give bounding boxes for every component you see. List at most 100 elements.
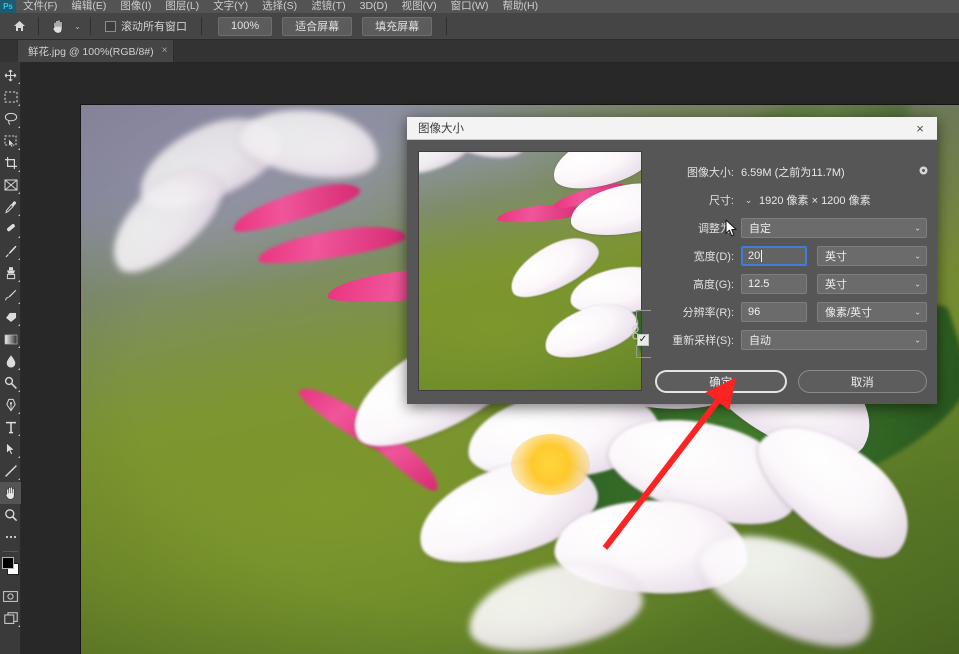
chain-bracket-top [636, 310, 651, 323]
history-brush-tool-icon[interactable] [0, 284, 21, 306]
dimensions-label: 尺寸: [708, 195, 734, 207]
menu-help[interactable]: 帮助(H) [496, 0, 546, 13]
dialog-body: 图像大小: 6.59M (之前为11.7M) 尺寸: ⌄ 1920 像素 × 1… [407, 140, 937, 404]
resolution-input[interactable]: 96 [741, 302, 807, 322]
close-icon[interactable]: × [907, 118, 933, 139]
foreground-color-swatch[interactable] [2, 557, 14, 569]
photo-flower-center [511, 434, 591, 495]
height-row: 高度(G): 12.5 英寸 ⌄ [655, 274, 927, 294]
home-icon[interactable] [6, 15, 32, 37]
image-size-value: 6.59M (之前为11.7M) [741, 167, 845, 179]
screen-mode-icon[interactable] [0, 607, 21, 629]
clone-stamp-tool-icon[interactable] [0, 262, 21, 284]
hand-tool-icon[interactable] [45, 15, 71, 37]
height-unit-select[interactable]: 英寸 ⌄ [817, 274, 927, 294]
options-separator-1 [38, 17, 39, 35]
resolution-label: 分辨率(R): [682, 307, 734, 319]
text-caret [761, 250, 763, 262]
menu-image[interactable]: 图像(I) [113, 0, 158, 13]
tool-preset-caret-icon[interactable]: ⌄ [71, 15, 84, 37]
chevron-down-icon: ⌄ [914, 223, 921, 233]
healing-brush-tool-icon[interactable] [0, 218, 21, 240]
line-tool-icon[interactable] [0, 460, 21, 482]
document-tab-bar: 鲜花.jpg @ 100%(RGB/8#) × [0, 40, 959, 62]
width-row: 宽度(D): 20 英寸 ⌄ [655, 246, 927, 266]
image-preview[interactable] [418, 151, 642, 391]
crop-tool-icon[interactable] [0, 152, 21, 174]
marquee-tool-icon[interactable] [0, 86, 21, 108]
resolution-unit-value: 像素/英寸 [825, 307, 873, 319]
menu-file[interactable]: 文件(F) [16, 0, 64, 13]
image-size-form: 图像大小: 6.59M (之前为11.7M) 尺寸: ⌄ 1920 像素 × 1… [632, 162, 927, 358]
chevron-down-icon: ⌄ [914, 307, 921, 317]
menu-view[interactable]: 视图(V) [395, 0, 444, 13]
lasso-tool-icon[interactable] [0, 108, 21, 130]
menu-layer[interactable]: 图层(L) [158, 0, 206, 13]
zoom-tool-icon[interactable] [0, 504, 21, 526]
gear-icon[interactable] [915, 162, 931, 178]
ok-button[interactable]: 确定 [655, 370, 787, 393]
dimensions-row: 尺寸: ⌄ 1920 像素 × 1200 像素 [655, 190, 927, 210]
pen-tool-icon[interactable] [0, 394, 21, 416]
eraser-tool-icon[interactable] [0, 306, 21, 328]
color-swatches[interactable] [0, 555, 21, 581]
tools-panel [0, 62, 21, 654]
resample-select[interactable]: 自动 ⌄ [741, 330, 927, 350]
chevron-down-icon: ⌄ [914, 251, 921, 261]
width-unit-select[interactable]: 英寸 ⌄ [817, 246, 927, 266]
menu-select[interactable]: 选择(S) [255, 0, 304, 13]
options-separator-3 [201, 17, 202, 35]
toolbar-divider [2, 551, 18, 552]
width-height-group: 宽度(D): 20 英寸 ⌄ 高度(G): 12.5 英寸 ⌄ [632, 246, 927, 358]
menu-type[interactable]: 文字(Y) [206, 0, 255, 13]
dimensions-value: 1920 像素 × 1200 像素 [759, 195, 871, 207]
chevron-down-icon[interactable]: ⌄ [741, 195, 756, 206]
eyedropper-tool-icon[interactable] [0, 196, 21, 218]
scroll-all-windows-checkbox[interactable]: 滚动所有窗口 [105, 18, 187, 34]
chain-bracket-bottom [636, 345, 651, 358]
quick-selection-tool-icon[interactable] [0, 130, 21, 152]
chevron-down-icon: ⌄ [914, 279, 921, 289]
width-unit-value: 英寸 [825, 251, 847, 263]
gradient-tool-icon[interactable] [0, 328, 21, 350]
photoshop-window: Ps 文件(F) 编辑(E) 图像(I) 图层(L) 文字(Y) 选择(S) 滤… [0, 0, 959, 654]
width-input[interactable]: 20 [741, 246, 807, 266]
fit-to-row: 调整为: 自定 ⌄ [655, 218, 927, 238]
height-input[interactable]: 12.5 [741, 274, 807, 294]
fit-screen-button[interactable]: 适合屏幕 [282, 16, 353, 36]
menu-filter[interactable]: 滤镜(T) [304, 0, 352, 13]
hand-tool-icon-toolbar[interactable] [0, 482, 21, 504]
resample-row: ✓ 重新采样(S): 自动 ⌄ [637, 330, 927, 350]
scroll-all-windows-box[interactable] [105, 20, 116, 32]
menu-bar: Ps 文件(F) 编辑(E) 图像(I) 图层(L) 文字(Y) 选择(S) 滤… [0, 0, 959, 13]
dialog-title: 图像大小 [418, 123, 464, 135]
options-bar: ⌄ 滚动所有窗口 100% 适合屏幕 填充屏幕 [0, 13, 959, 40]
menu-edit[interactable]: 编辑(E) [64, 0, 113, 13]
fill-screen-button[interactable]: 填充屏幕 [362, 16, 433, 36]
document-tab-title: 鲜花.jpg @ 100%(RGB/8#) [28, 45, 154, 58]
zoom-100-button[interactable]: 100% [218, 16, 273, 36]
frame-tool-icon[interactable] [0, 174, 21, 196]
menu-3d[interactable]: 3D(D) [353, 0, 395, 13]
type-tool-icon[interactable] [0, 416, 21, 438]
quick-mask-icon[interactable] [0, 585, 21, 607]
dodge-tool-icon[interactable] [0, 372, 21, 394]
height-unit-value: 英寸 [825, 279, 847, 291]
edit-toolbar-icon[interactable] [0, 526, 21, 548]
menu-window[interactable]: 窗口(W) [444, 0, 496, 13]
path-selection-tool-icon[interactable] [0, 438, 21, 460]
resolution-unit-select[interactable]: 像素/英寸 ⌄ [817, 302, 927, 322]
options-separator-4 [446, 17, 448, 35]
brush-tool-icon[interactable] [0, 240, 21, 262]
move-tool-icon[interactable] [0, 64, 21, 86]
close-icon[interactable]: × [162, 46, 168, 56]
resample-label: 重新采样(S): [672, 335, 734, 347]
document-tab[interactable]: 鲜花.jpg @ 100%(RGB/8#) × [18, 40, 175, 62]
blur-tool-icon[interactable] [0, 350, 21, 372]
fit-to-select[interactable]: 自定 ⌄ [741, 218, 927, 238]
cancel-button[interactable]: 取消 [797, 370, 927, 393]
dialog-buttons: 确定 取消 [655, 370, 927, 393]
resample-value: 自动 [749, 335, 771, 347]
chain-link-icon[interactable] [623, 308, 653, 360]
chain-glyph [631, 325, 640, 342]
